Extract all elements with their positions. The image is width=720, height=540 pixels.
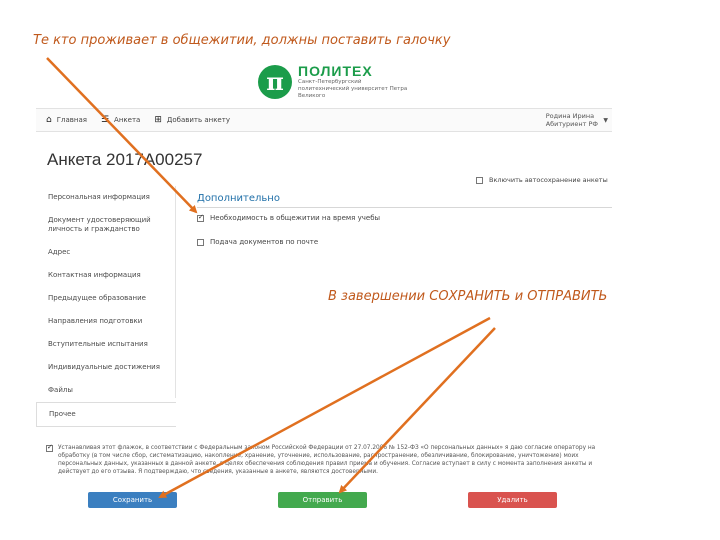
- dormitory-label: Необходимость в общежитии на время учебы: [210, 214, 381, 222]
- sidebar-item-exams[interactable]: Вступительные испытания: [36, 333, 176, 356]
- sidebar-item-address[interactable]: Адрес: [36, 241, 176, 264]
- logo-mark: π: [258, 64, 292, 99]
- list-icon: ☰: [100, 115, 110, 125]
- consent-text: Устанавливая этот флажок, в соответствии…: [58, 445, 596, 475]
- sidebar-divider: [175, 186, 176, 398]
- annotation-top: Те кто проживает в общежитии, должны пос…: [33, 33, 451, 48]
- navbar: ⌂ Главная ☰ Анкета ⊞ Добавить анкету Род…: [36, 108, 612, 132]
- nav-home-label: Главная: [56, 116, 87, 124]
- autosave-label: Включить автосохранение анкеты: [489, 176, 608, 184]
- sidebar-item-personal[interactable]: Персональная информация: [36, 186, 176, 209]
- consent-block: Устанавливая этот флажок, в соответствии…: [46, 443, 606, 476]
- home-icon: ⌂: [46, 115, 52, 125]
- dormitory-checkbox[interactable]: [197, 213, 204, 222]
- sidebar-item-education[interactable]: Предыдущее образование: [36, 287, 176, 310]
- user-menu[interactable]: Родина Ирина Абитуриент РФ ▼: [545, 112, 608, 128]
- annotation-middle: В завершении СОХРАНИТЬ и ОТПРАВИТЬ: [328, 289, 608, 304]
- sidebar-item-contact[interactable]: Контактная информация: [36, 264, 176, 287]
- section-title: Дополнительно: [197, 193, 280, 204]
- logo-title: ПОЛИТЕХ: [298, 63, 373, 79]
- logo-subtitle: Санкт-Петербургский политехнический унив…: [298, 79, 408, 99]
- postal-submission-option[interactable]: Подача документов по почте: [197, 238, 318, 246]
- nav-questionnaire-label: Анкета: [114, 116, 141, 124]
- nav-home[interactable]: ⌂ Главная: [46, 115, 87, 125]
- nav-questionnaire[interactable]: ☰ Анкета: [101, 115, 140, 125]
- user-role: Абитуриент РФ: [545, 120, 598, 128]
- consent-checkbox[interactable]: [46, 443, 53, 452]
- page-title: Анкета 2017А00257: [47, 150, 203, 169]
- caret-down-icon: ▼: [603, 117, 608, 124]
- send-button[interactable]: Отправить: [278, 492, 367, 508]
- nav-add-questionnaire[interactable]: ⊞ Добавить анкету: [154, 115, 230, 125]
- delete-button[interactable]: Удалить: [468, 492, 557, 508]
- sidebar-item-identity-document[interactable]: Документ удостоверяющий личность и гражд…: [36, 209, 176, 241]
- logo: π ПОЛИТЕХ Санкт-Петербургский политехнич…: [258, 63, 408, 100]
- section-divider: [197, 207, 612, 208]
- autosave-toggle[interactable]: Включить автосохранение анкеты: [476, 176, 608, 184]
- save-button[interactable]: Сохранить: [88, 492, 177, 508]
- user-name: Родина Ирина: [545, 112, 595, 120]
- nav-add-label: Добавить анкету: [166, 116, 230, 124]
- dormitory-option[interactable]: Необходимость в общежитии на время учебы: [197, 213, 381, 222]
- postal-checkbox[interactable]: [197, 238, 204, 246]
- postal-label: Подача документов по почте: [210, 238, 319, 246]
- sidebar-item-achievements[interactable]: Индивидуальные достижения: [36, 356, 176, 379]
- plus-icon: ⊞: [154, 115, 162, 125]
- sidebar: Персональная информация Документ удостов…: [36, 186, 176, 427]
- autosave-checkbox[interactable]: [476, 176, 483, 184]
- sidebar-item-programs[interactable]: Направления подготовки: [36, 310, 176, 333]
- sidebar-item-files[interactable]: Файлы: [36, 379, 176, 402]
- sidebar-item-other[interactable]: Прочее: [36, 402, 176, 427]
